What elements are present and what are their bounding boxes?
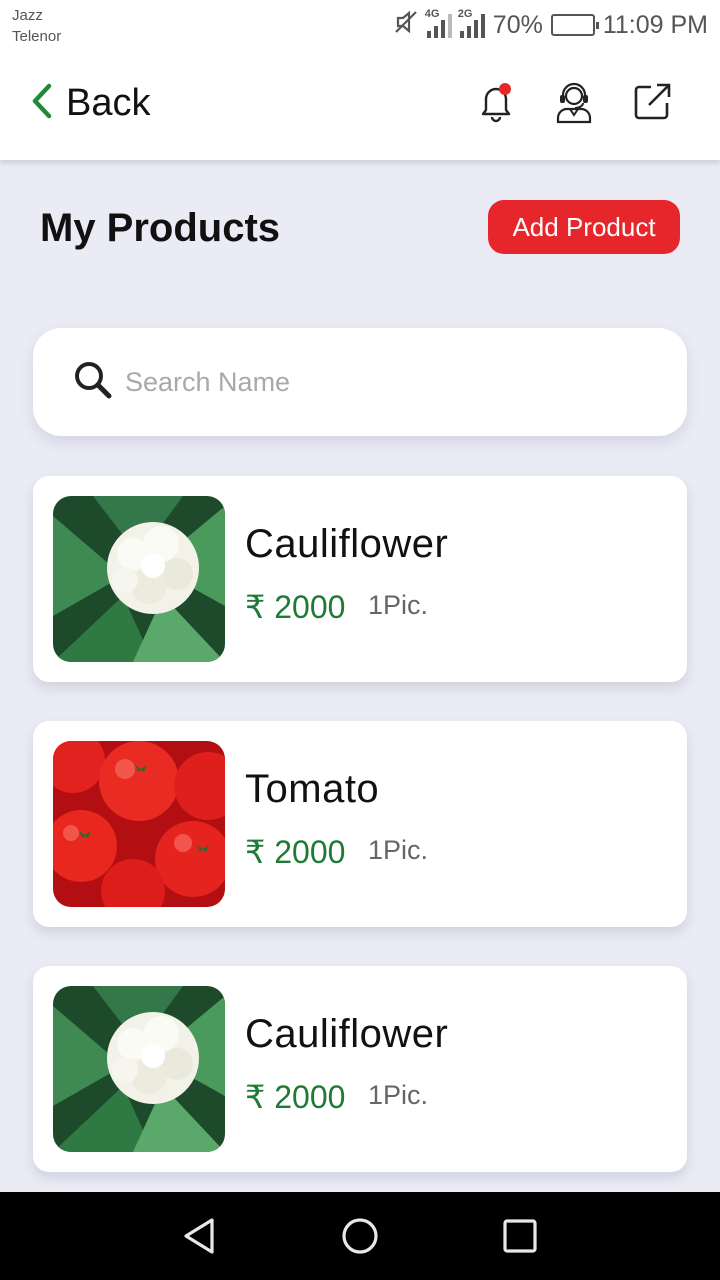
network-1-label: 4G xyxy=(424,8,440,20)
status-icons: 4G 2G 70% 11:09 PM xyxy=(393,8,708,42)
page-title: My Products xyxy=(40,206,281,250)
back-triangle-icon[interactable] xyxy=(174,1210,226,1262)
app-bar: Back xyxy=(0,50,720,160)
search-icon xyxy=(71,358,115,407)
back-button[interactable]: Back xyxy=(30,82,150,125)
signal-icon: 4G xyxy=(425,8,452,38)
product-card[interactable]: Cauliflower ₹ 2000 1Pic. xyxy=(33,476,687,682)
search-input[interactable] xyxy=(125,366,605,398)
clock: 11:09 PM xyxy=(602,10,708,39)
product-price: ₹ 2000 xyxy=(245,589,346,625)
battery-icon xyxy=(550,14,599,36)
home-circle-icon[interactable] xyxy=(334,1210,386,1262)
status-bar: Jazz Telenor 4G 2G 70% 11:09 PM xyxy=(0,0,720,50)
product-name: Cauliflower xyxy=(245,522,449,566)
product-card[interactable]: Tomato ₹ 2000 1Pic. xyxy=(33,721,687,927)
product-unit: 1Pic. xyxy=(368,590,429,620)
carrier-2: Telenor xyxy=(12,28,62,45)
external-link-icon[interactable] xyxy=(630,78,674,126)
product-card[interactable]: Cauliflower ₹ 2000 1Pic. xyxy=(33,966,687,1172)
product-name: Cauliflower xyxy=(245,1012,449,1056)
product-image xyxy=(53,986,225,1152)
product-price: ₹ 2000 xyxy=(245,834,346,870)
product-unit: 1Pic. xyxy=(368,1080,429,1110)
carrier-1: Jazz xyxy=(12,7,43,24)
back-label: Back xyxy=(66,82,151,124)
network-2-label: 2G xyxy=(457,8,473,20)
product-image xyxy=(53,496,225,662)
system-nav-bar xyxy=(0,1192,720,1280)
product-image xyxy=(53,741,225,907)
chevron-left-icon xyxy=(30,83,54,124)
product-name: Tomato xyxy=(245,767,380,811)
recents-square-icon[interactable] xyxy=(494,1210,546,1262)
mute-icon xyxy=(393,9,419,42)
signal-icon: 2G xyxy=(458,8,485,38)
support-agent-icon[interactable] xyxy=(552,78,596,126)
battery-percent: 70% xyxy=(492,10,543,39)
add-product-button[interactable]: Add Product xyxy=(488,200,680,254)
bell-icon[interactable] xyxy=(474,78,518,126)
product-list: Cauliflower ₹ 2000 1Pic. Tomato ₹ 2000 1… xyxy=(33,476,687,1211)
app-bar-actions xyxy=(474,78,674,126)
carrier-names: Jazz Telenor xyxy=(12,5,61,47)
search-box[interactable] xyxy=(33,328,687,436)
product-unit: 1Pic. xyxy=(368,835,429,865)
product-price: ₹ 2000 xyxy=(245,1079,346,1115)
